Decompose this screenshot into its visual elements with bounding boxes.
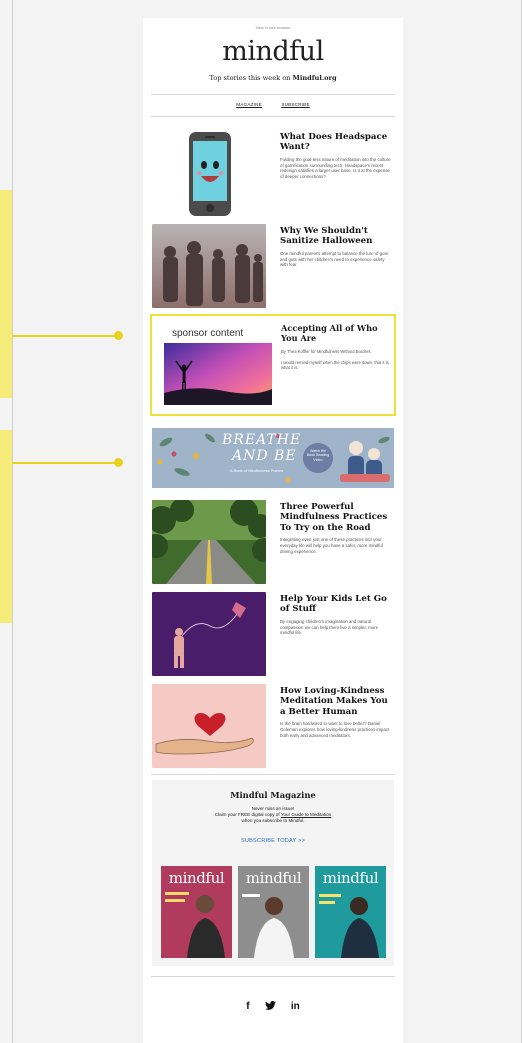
- subscribe-today-link[interactable]: SUBSCRIBE TODAY >>: [152, 838, 394, 844]
- divider: [151, 774, 395, 775]
- story-description: Integrating even just one of these pract…: [280, 537, 383, 554]
- story-headspace[interactable]: What Does Headspace Want? Folding the go…: [152, 130, 394, 220]
- callout-line-banner: [12, 462, 119, 464]
- story-image[interactable]: [152, 500, 266, 584]
- story-halloween[interactable]: Why We Shouldn't Sanitize Halloween One …: [152, 224, 394, 308]
- story-image[interactable]: [152, 684, 266, 768]
- tagline: Top stories this week on Mindful.org: [143, 74, 403, 82]
- callout-dot-sponsor: [114, 331, 123, 340]
- divider: [151, 976, 395, 977]
- sponsor-content-box[interactable]: sponsor content Accepting All of Who You…: [150, 314, 396, 416]
- top-nav: MAGAZINE SUBSCRIBE: [143, 102, 403, 107]
- kite-illustration: [152, 592, 266, 676]
- forest-road-image: [152, 500, 266, 584]
- story-kids-let-go[interactable]: Help Your Kids Let Go of Stuff By engagi…: [152, 592, 394, 676]
- linkedin-icon[interactable]: in: [291, 1001, 300, 1012]
- story-image[interactable]: [152, 592, 266, 676]
- callout-bar-banner: [0, 430, 12, 623]
- story-road-practices[interactable]: Three Powerful Mindfulness Practices To …: [152, 500, 394, 584]
- sunset-silhouette-image: [164, 343, 272, 405]
- banner-subtitle: A Book of Mindfulness Poems: [230, 468, 284, 473]
- magazine-line3: when you subscribe to Mindful.: [241, 818, 305, 823]
- magazine-title: Mindful Magazine: [230, 790, 316, 800]
- brand-logo[interactable]: mindful: [143, 36, 403, 67]
- tagline-text: Top stories this week on: [209, 74, 293, 82]
- story-title[interactable]: How Loving-Kindness Meditation Makes You…: [280, 686, 392, 717]
- cover-portrait: [319, 894, 379, 958]
- story-title[interactable]: Why We Shouldn't Sanitize Halloween: [280, 226, 392, 247]
- story-description: Folding the goal-less nature of meditati…: [280, 156, 391, 180]
- story-title[interactable]: What Does Headspace Want?: [280, 132, 392, 153]
- story-title[interactable]: Three Powerful Mindfulness Practices To …: [280, 502, 392, 533]
- breathe-and-be-banner[interactable]: BREATHE AND BE A Book of Mindfulness Poe…: [152, 428, 394, 488]
- sponsor-title[interactable]: Accepting All of Who You Are: [281, 323, 389, 343]
- sponsor-label: sponsor content: [172, 328, 244, 339]
- magazine-promo: Mindful Magazine Never miss an issue! Cl…: [152, 780, 394, 966]
- magazine-line2: Claim your FREE digital copy of Your Gui…: [152, 812, 394, 818]
- facebook-icon[interactable]: f: [246, 1001, 249, 1012]
- sponsor-image[interactable]: [164, 343, 272, 405]
- banner-title-line2: AND BE: [232, 448, 297, 464]
- social-links: f in: [143, 996, 403, 1015]
- nav-subscribe-link[interactable]: SUBSCRIBE: [281, 102, 309, 107]
- meditation-guide-link[interactable]: Your Guide to Meditation: [281, 812, 331, 817]
- callout-line-sponsor: [12, 335, 119, 337]
- magazine-line2-text: Claim your FREE digital copy of: [214, 812, 281, 817]
- zombie-crowd-image: [152, 224, 266, 308]
- magazine-cover-2[interactable]: mindful: [238, 866, 309, 958]
- magazine-cover-3[interactable]: mindful: [315, 866, 386, 958]
- cover-portrait: [242, 894, 294, 958]
- callout-bar-sponsor: [0, 190, 12, 398]
- cover-portrait: [165, 892, 225, 958]
- email-body: View in web browser mindful Top stories …: [143, 18, 403, 1043]
- sponsor-description: I would remind myself when the chips wer…: [281, 359, 389, 371]
- story-loving-kindness[interactable]: How Loving-Kindness Meditation Makes You…: [152, 684, 394, 768]
- twitter-icon[interactable]: [264, 1000, 276, 1013]
- twitter-bird-icon: [264, 1000, 276, 1010]
- view-in-browser-link[interactable]: View in web browser: [143, 26, 403, 30]
- story-image[interactable]: [152, 224, 266, 308]
- sponsor-byline: By Thea Koffler for Mindfulness Without …: [281, 349, 371, 354]
- divider: [151, 94, 395, 95]
- magazine-cover-1[interactable]: mindful: [161, 866, 232, 958]
- story-description: One mindful parent's attempt to balance …: [280, 250, 389, 268]
- heart-in-hand-illustration: [152, 684, 266, 768]
- story-title[interactable]: Help Your Kids Let Go of Stuff: [280, 594, 392, 615]
- tagline-site[interactable]: Mindful.org: [293, 74, 337, 82]
- banner-video-badge[interactable]: Watch the Book Reading Video: [306, 449, 330, 462]
- magazine-line1: Never miss an issue!: [251, 806, 295, 811]
- smiling-phone-icon: [189, 132, 231, 216]
- nav-magazine-link[interactable]: MAGAZINE: [236, 102, 262, 107]
- story-image[interactable]: [152, 130, 266, 220]
- callout-dot-banner: [114, 458, 123, 467]
- divider: [151, 116, 395, 117]
- story-description: Is the brain hardwired to want to love b…: [280, 721, 390, 738]
- story-description: By engaging children's imagination and n…: [280, 618, 379, 636]
- banner-title-line1: BREATHE: [222, 432, 302, 448]
